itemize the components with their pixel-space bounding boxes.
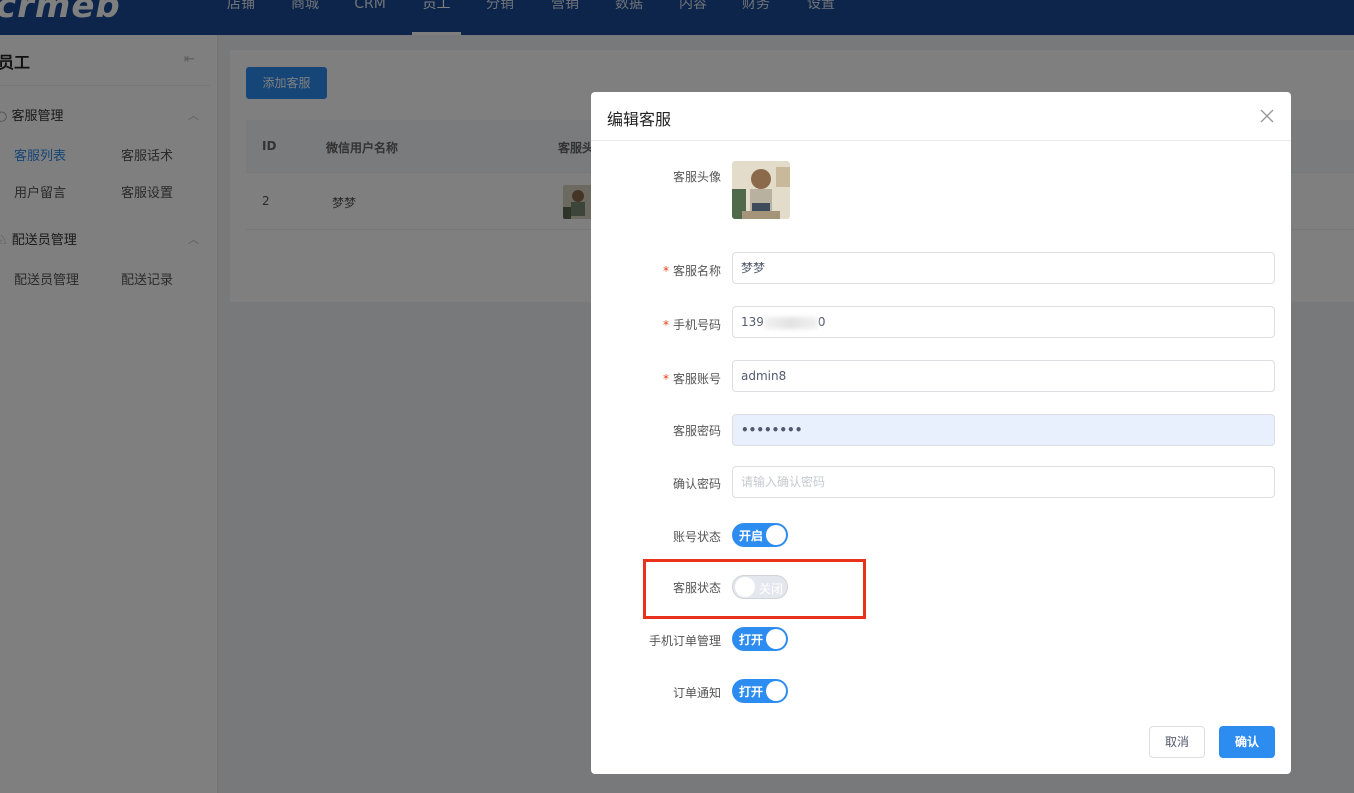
avatar-label: 客服头像 <box>672 170 721 184</box>
account-label: * 客服账号 <box>591 370 721 387</box>
phone-label: * 手机号码 <box>591 316 721 333</box>
avatar-upload[interactable] <box>732 161 790 219</box>
account-input[interactable]: admin8 <box>732 360 1275 392</box>
toggle-knob <box>766 681 786 701</box>
account-label-text: 客服账号 <box>672 372 721 386</box>
toggle-text: 打开 <box>739 685 764 699</box>
password-input[interactable]: •••••••• <box>732 414 1275 446</box>
service-name-label: * 客服名称 <box>591 262 721 279</box>
toggle-text: 打开 <box>739 633 764 647</box>
redacted-digits <box>763 316 818 329</box>
service-name-label-text: 客服名称 <box>672 264 721 278</box>
mobile-order-toggle[interactable]: 打开 <box>732 627 788 651</box>
order-notice-toggle[interactable]: 打开 <box>732 679 788 703</box>
account-status-toggle[interactable]: 开启 <box>732 523 788 547</box>
close-icon[interactable] <box>1257 106 1277 126</box>
confirm-password-label: 确认密码 <box>672 477 721 491</box>
toggle-knob <box>766 629 786 649</box>
required-asterisk: * <box>662 372 669 386</box>
service-name-input[interactable]: 梦梦 <box>732 252 1275 284</box>
account-status-label: 账号状态 <box>672 530 721 544</box>
toggle-knob <box>766 525 786 545</box>
mobile-order-label: 手机订单管理 <box>648 634 721 648</box>
phone-suffix: 0 <box>817 315 826 329</box>
confirm-password-input[interactable]: 请输入确认密码 <box>732 466 1275 498</box>
order-notice-label: 订单通知 <box>672 686 721 700</box>
toggle-text: 开启 <box>739 529 764 543</box>
required-asterisk: * <box>662 318 669 332</box>
required-asterisk: * <box>662 264 669 278</box>
phone-label-text: 手机号码 <box>672 318 721 332</box>
highlight-annotation <box>643 559 866 619</box>
dialog-title: 编辑客服 <box>607 110 672 129</box>
phone-input[interactable]: 139 0 <box>732 306 1275 338</box>
dialog-header: 编辑客服 <box>591 92 1291 141</box>
cancel-button[interactable]: 取消 <box>1149 726 1205 758</box>
edit-service-dialog: 编辑客服 客服头像 * 客服名称 梦梦 * 手机号码 139 0 * 客服账号 admi… <box>591 92 1291 774</box>
confirm-button[interactable]: 确认 <box>1219 726 1275 758</box>
phone-prefix: 139 <box>741 315 764 329</box>
password-label: 客服密码 <box>672 424 721 438</box>
